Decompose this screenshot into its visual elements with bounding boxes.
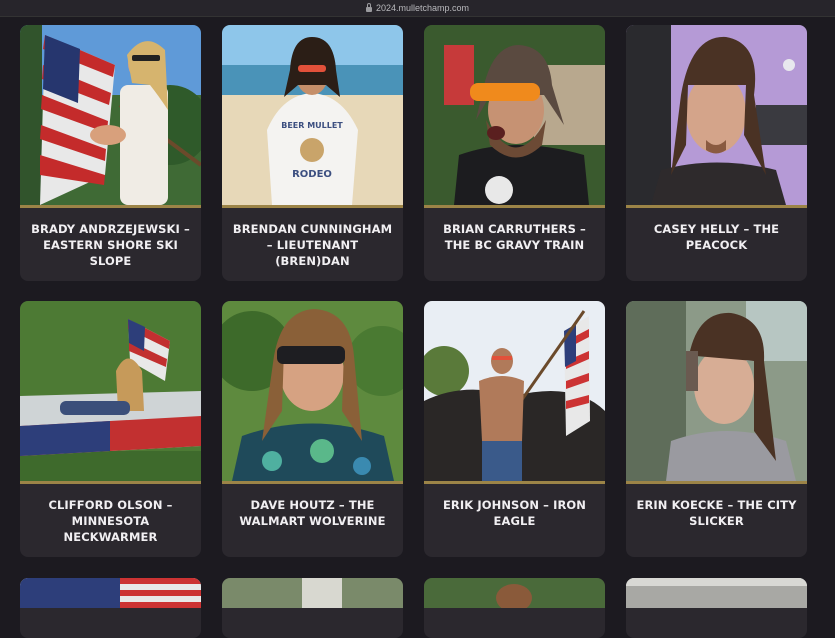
browser-address-bar[interactable]: 2024.mulletchamp.com: [0, 0, 835, 17]
contestant-name[interactable]: CLIFFORD OLSON – MINNESOTA NECKWARMER: [26, 497, 195, 545]
shirt-print-text: BEER MULLET: [281, 121, 343, 130]
contestant-photo[interactable]: [20, 578, 201, 608]
contestant-name[interactable]: BRIAN CARRUTHERS – THE BC GRAVY TRAIN: [430, 221, 599, 253]
card-divider: [20, 205, 201, 208]
contestant-photo[interactable]: [626, 578, 807, 608]
contestant-photo[interactable]: BEER MULLET RODEO: [222, 25, 403, 205]
contestant-card[interactable]: [424, 578, 605, 638]
contestant-name[interactable]: DAVE HOUTZ – THE WALMART WOLVERINE: [228, 497, 397, 529]
card-divider: [626, 205, 807, 208]
lock-icon: [365, 2, 372, 12]
contestant-photo[interactable]: [424, 301, 605, 481]
card-divider: [222, 481, 403, 484]
contestant-card[interactable]: BEER MULLET RODEO BRENDAN CUNNINGHAM – L…: [222, 25, 403, 281]
contestant-card[interactable]: [222, 578, 403, 638]
contestant-card[interactable]: ERIK JOHNSON – IRON EAGLE: [424, 301, 605, 557]
contestant-photo[interactable]: [222, 301, 403, 481]
shirt-print-text: RODEO: [292, 169, 332, 180]
contestant-card[interactable]: [626, 578, 807, 638]
contestant-photo[interactable]: [626, 25, 807, 205]
card-divider: [626, 481, 807, 484]
contestant-name[interactable]: CASEY HELLY – THE PEACOCK: [632, 221, 801, 253]
contestant-card[interactable]: BRIAN CARRUTHERS – THE BC GRAVY TRAIN: [424, 25, 605, 281]
contestant-photo[interactable]: [626, 301, 807, 481]
contestant-photo[interactable]: [222, 578, 403, 608]
contestant-name[interactable]: BRENDAN CUNNINGHAM – LIEUTENANT (BREN)DA…: [228, 221, 397, 269]
contestant-card[interactable]: CASEY HELLY – THE PEACOCK: [626, 25, 807, 281]
contestant-card[interactable]: ERIN KOECKE – THE CITY SLICKER: [626, 301, 807, 557]
card-divider: [222, 205, 403, 208]
contestant-name[interactable]: ERIN KOECKE – THE CITY SLICKER: [632, 497, 801, 529]
card-divider: [424, 481, 605, 484]
contestant-photo[interactable]: [424, 25, 605, 205]
contestant-name[interactable]: ERIK JOHNSON – IRON EAGLE: [430, 497, 599, 529]
card-divider: [424, 205, 605, 208]
card-divider: [20, 481, 201, 484]
contestant-card[interactable]: DAVE HOUTZ – THE WALMART WOLVERINE: [222, 301, 403, 557]
contestant-photo[interactable]: [20, 301, 201, 481]
url-text: 2024.mulletchamp.com: [375, 3, 470, 13]
contestant-name[interactable]: BRADY ANDRZEJEWSKI – EASTERN SHORE SKI S…: [26, 221, 195, 269]
contestant-card[interactable]: BRADY ANDRZEJEWSKI – EASTERN SHORE SKI S…: [20, 25, 201, 281]
contestant-photo[interactable]: [20, 25, 201, 205]
contestant-card[interactable]: [20, 578, 201, 638]
contestant-card[interactable]: CLIFFORD OLSON – MINNESOTA NECKWARMER: [20, 301, 201, 557]
contestant-photo[interactable]: [424, 578, 605, 612]
